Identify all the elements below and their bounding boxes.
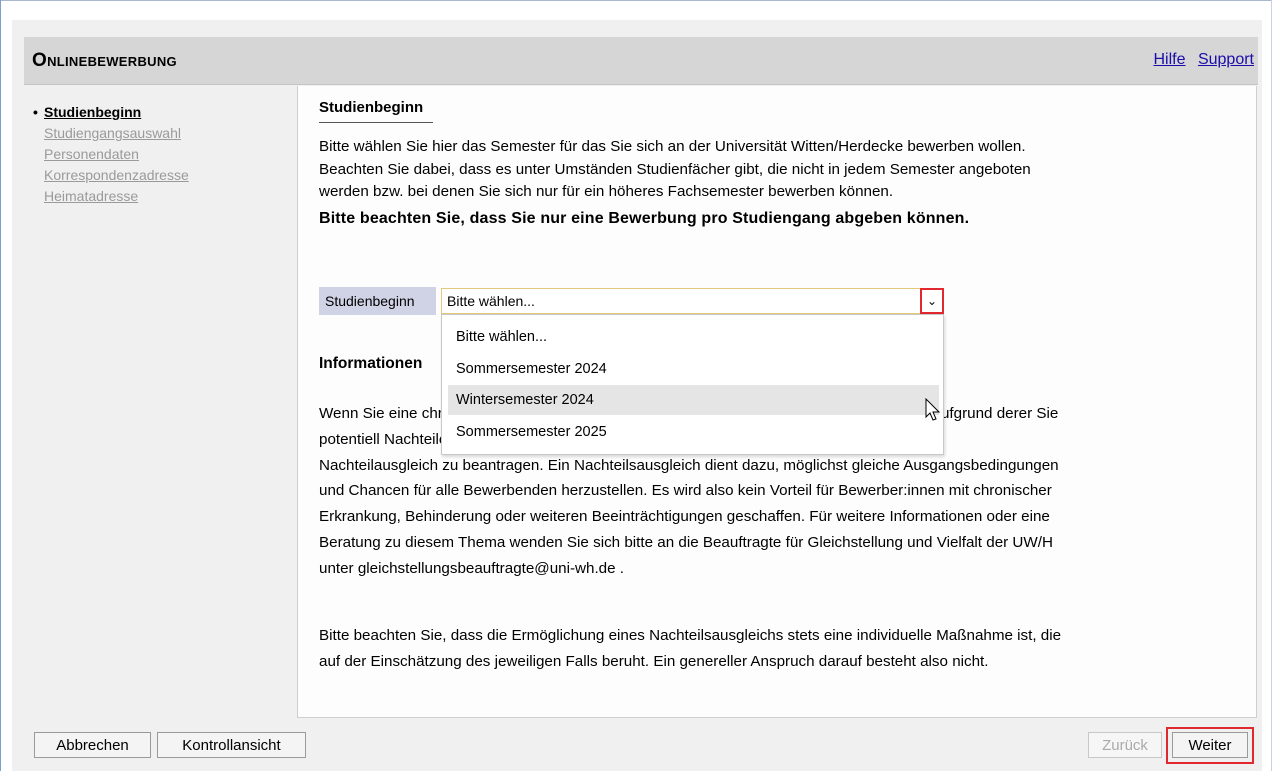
cancel-button[interactable]: Abbrechen <box>34 732 151 758</box>
sidebar-item-heimatadresse[interactable]: Heimatadresse <box>34 186 284 207</box>
window-frame-top <box>0 0 1272 1</box>
intro-line: Beachten Sie dabei, dass es unter Umstän… <box>319 160 1031 178</box>
app-title: Onlinebewerbung <box>32 50 177 71</box>
sidebar-item-studienbeginn[interactable]: Studienbeginn <box>33 102 284 123</box>
control-view-button[interactable]: Kontrollansicht <box>157 732 306 758</box>
sidebar-item-personendaten[interactable]: Personendaten <box>34 144 284 165</box>
app-header: Onlinebewerbung Hilfe Support <box>24 37 1258 85</box>
notice-paragraph: Bitte beachten Sie, dass die Ermöglichun… <box>319 623 1239 675</box>
dropdown-option[interactable]: Sommersemester 2024 <box>448 354 939 384</box>
info-line: und Chancen für alle Bewerbenden herzust… <box>319 482 1052 500</box>
intro-line: Bitte wählen Sie hier das Semester für d… <box>319 138 1026 155</box>
chevron-down-icon[interactable]: ⌄ <box>920 288 944 314</box>
studienbeginn-label: Studienbeginn <box>319 287 436 315</box>
support-link[interactable]: Support <box>1198 51 1254 68</box>
info-heading: Informationen <box>319 355 423 372</box>
mouse-cursor-icon <box>925 398 941 421</box>
help-link[interactable]: Hilfe <box>1153 51 1185 68</box>
info-line: Erkrankung, Behinderung oder weiteren Be… <box>319 508 1050 526</box>
step-sidebar: Studienbeginn Studiengangsauswahl Person… <box>33 102 284 207</box>
back-button[interactable]: Zurück <box>1088 732 1162 758</box>
studienbeginn-dropdown: Bitte wählen... Sommersemester 2024 Wint… <box>441 314 944 455</box>
dropdown-option[interactable]: Sommersemester 2025 <box>448 417 939 447</box>
sidebar-item-studiengangsauswahl[interactable]: Studiengangsauswahl <box>34 123 284 144</box>
studienbeginn-select[interactable]: Bitte wählen... <box>441 288 944 314</box>
sidebar-item-korrespondenzadresse[interactable]: Korrespondenzadresse <box>34 165 284 186</box>
section-title: Studienbeginn <box>319 99 434 123</box>
intro-line: werden bzw. bei denen Sie sich nur für e… <box>319 183 894 200</box>
notice-line: Bitte beachten Sie, dass die Ermöglichun… <box>319 627 1062 644</box>
header-links: Hilfe Support <box>1145 51 1254 69</box>
intro-text: Bitte wählen Sie hier das Semester für d… <box>319 136 1239 230</box>
intro-notice: Bitte beachten Sie, dass Sie nur eine Be… <box>319 209 970 227</box>
dropdown-option-hovered[interactable]: Wintersemester 2024 <box>448 385 939 415</box>
info-line: Nachteilausgleich zu beantragen. Ein Nac… <box>319 456 1059 474</box>
info-line: Beratung zu diesem Thema wenden Sie sich… <box>319 533 1053 551</box>
next-button[interactable]: Weiter <box>1172 732 1248 758</box>
info-line: unter gleichstellungsbeauftragte@uni-wh.… <box>319 559 625 577</box>
notice-line: auf der Einschätzung des jeweiligen Fall… <box>319 652 989 670</box>
window-frame-left <box>0 0 1 771</box>
dropdown-option[interactable]: Bitte wählen... <box>448 322 939 352</box>
